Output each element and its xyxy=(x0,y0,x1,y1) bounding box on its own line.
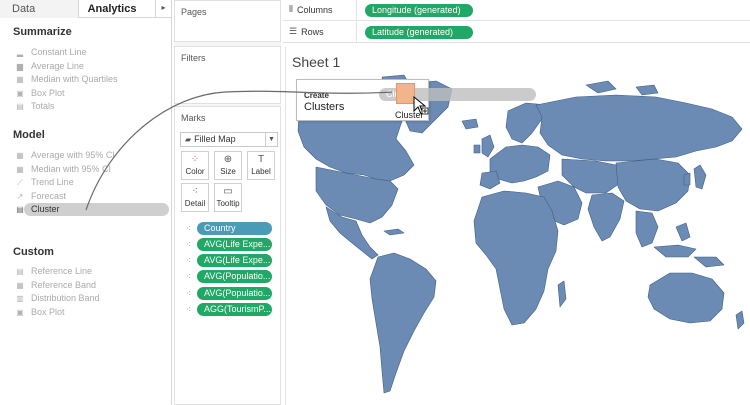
marks-pill-row[interactable]: ⁖ AVG(Life Expe... xyxy=(183,238,272,251)
average-ci-icon: ▦ xyxy=(16,150,24,160)
detail-dots-icon: ⁖ xyxy=(186,223,191,233)
median-quartiles-icon: ▦ xyxy=(16,74,24,84)
mark-type-dropdown[interactable]: ▰ Filled Map ▼ xyxy=(180,132,278,147)
custom-item-distribution-band[interactable]: ▥ Distribution Band xyxy=(15,292,99,305)
marks-pill-row[interactable]: ⁖ Country xyxy=(183,222,272,235)
population-pill[interactable]: AVG(Populatio... xyxy=(197,287,272,300)
custom-item-reference-band[interactable]: ▦ Reference Band xyxy=(15,279,96,292)
rows-shelf[interactable]: ☰ Rows Latitude (generated) xyxy=(283,22,750,43)
average-line-icon: ▆ xyxy=(16,61,24,71)
detail-dots-icon: ⁖ xyxy=(186,288,191,298)
marks-pill-row[interactable]: ⁖ AVG(Populatio... xyxy=(183,287,272,300)
pages-title: Pages xyxy=(181,7,207,17)
model-heading: Model xyxy=(13,129,45,141)
totals-icon: ▤ xyxy=(16,101,24,111)
marks-title: Marks xyxy=(181,113,206,123)
tourism-pill[interactable]: AGG(TourismP... xyxy=(197,303,272,316)
size-button[interactable]: ⊕ Size xyxy=(214,151,242,180)
pages-card[interactable]: Pages xyxy=(174,0,281,42)
forecast-icon: ↗ xyxy=(16,191,24,201)
summarize-item-box-plot[interactable]: ▣ Box Plot xyxy=(15,87,64,100)
model-item-median-ci[interactable]: ▦ Median with 95% CI xyxy=(15,163,111,176)
summarize-heading: Summarize xyxy=(13,26,72,38)
model-item-trend-line[interactable]: ⟋ Trend Line xyxy=(15,176,74,189)
drag-cursor-icon xyxy=(413,96,429,115)
custom-heading: Custom xyxy=(13,246,54,258)
latitude-pill[interactable]: Latitude (generated) xyxy=(365,26,473,39)
model-item-forecast[interactable]: ↗ Forecast xyxy=(15,190,66,203)
label-button[interactable]: T Label xyxy=(247,151,275,180)
distribution-band-icon: ▥ xyxy=(16,293,24,303)
summarize-item-constant-line[interactable]: ▂ Constant Line xyxy=(15,46,87,59)
detail-dots-icon: ⁖ xyxy=(186,255,191,265)
chevron-down-icon: ▼ xyxy=(265,133,277,146)
color-icon: ⁘ xyxy=(190,154,200,165)
reference-band-icon: ▦ xyxy=(16,280,24,290)
analytics-pane: Data Analytics ▸ Summarize ▂ Constant Lin… xyxy=(0,0,172,405)
filters-card[interactable]: Filters xyxy=(174,46,281,104)
filters-title: Filters xyxy=(181,53,206,63)
tooltip-button[interactable]: ▭ Tooltip xyxy=(214,183,242,212)
sheet-title: Sheet 1 xyxy=(292,54,341,70)
tooltip-icon: ▭ xyxy=(223,186,233,197)
custom-item-box-plot[interactable]: ▣ Box Plot xyxy=(15,306,64,319)
population-pill[interactable]: AVG(Populatio... xyxy=(197,270,272,283)
pane-menu-arrow-icon[interactable]: ▸ xyxy=(155,0,171,18)
longitude-pill[interactable]: Longitude (generated) xyxy=(365,4,473,17)
model-item-average-ci[interactable]: ▦ Average with 95% CI xyxy=(15,149,115,162)
detail-dots-icon: ⁖ xyxy=(186,304,191,314)
detail-dots-icon: ⁖ xyxy=(186,239,191,249)
detail-icon: ⁖ xyxy=(192,186,198,197)
box-plot-icon: ▣ xyxy=(16,88,24,98)
columns-icon: ⦀ xyxy=(289,4,293,14)
trend-line-icon: ⟋ xyxy=(17,177,23,187)
model-item-cluster[interactable]: ▤ Cluster xyxy=(15,203,59,216)
cluster-icon: ▤ xyxy=(16,204,24,214)
reference-line-icon: ▤ xyxy=(16,266,24,276)
detail-dots-icon: ⁖ xyxy=(186,271,191,281)
tab-data[interactable]: Data xyxy=(0,0,79,18)
marks-pill-row[interactable]: ⁖ AVG(Life Expe... xyxy=(183,254,272,267)
pane-tabs: Data Analytics ▸ xyxy=(0,0,171,18)
summarize-item-average-line[interactable]: ▆ Average Line xyxy=(15,60,84,73)
median-ci-icon: ▦ xyxy=(16,164,24,174)
constant-line-icon: ▂ xyxy=(16,47,24,57)
size-icon: ⊕ xyxy=(223,154,233,165)
marks-pill-row[interactable]: ⁖ AGG(TourismP... xyxy=(183,303,272,316)
clusters-label: Clusters xyxy=(304,101,345,113)
filled-map-icon: ▰ xyxy=(185,135,192,144)
rows-icon: ☰ xyxy=(289,26,298,36)
cards-column: Pages Filters Marks ▰ Filled Map ▼ ⁘ Colo… xyxy=(174,0,281,405)
create-label: Create xyxy=(304,91,329,100)
columns-shelf[interactable]: ⦀ Columns Longitude (generated) xyxy=(283,0,750,21)
marks-pill-row[interactable]: ⁖ AVG(Populatio... xyxy=(183,270,272,283)
life-expectancy-pill[interactable]: AVG(Life Expe... xyxy=(197,238,272,251)
summarize-item-totals[interactable]: ▤ Totals xyxy=(15,100,54,113)
detail-button[interactable]: ⁖ Detail xyxy=(181,183,209,212)
box-plot-icon: ▣ xyxy=(16,307,24,317)
tab-analytics[interactable]: Analytics xyxy=(79,0,156,18)
country-pill[interactable]: Country xyxy=(197,222,272,235)
life-expectancy-pill[interactable]: AVG(Life Expe... xyxy=(197,254,272,267)
label-icon: T xyxy=(257,154,265,165)
summarize-item-median-quartiles[interactable]: ▦ Median with Quartiles xyxy=(15,73,117,86)
custom-item-reference-line[interactable]: ▤ Reference Line xyxy=(15,265,92,278)
color-button[interactable]: ⁘ Color xyxy=(181,151,209,180)
